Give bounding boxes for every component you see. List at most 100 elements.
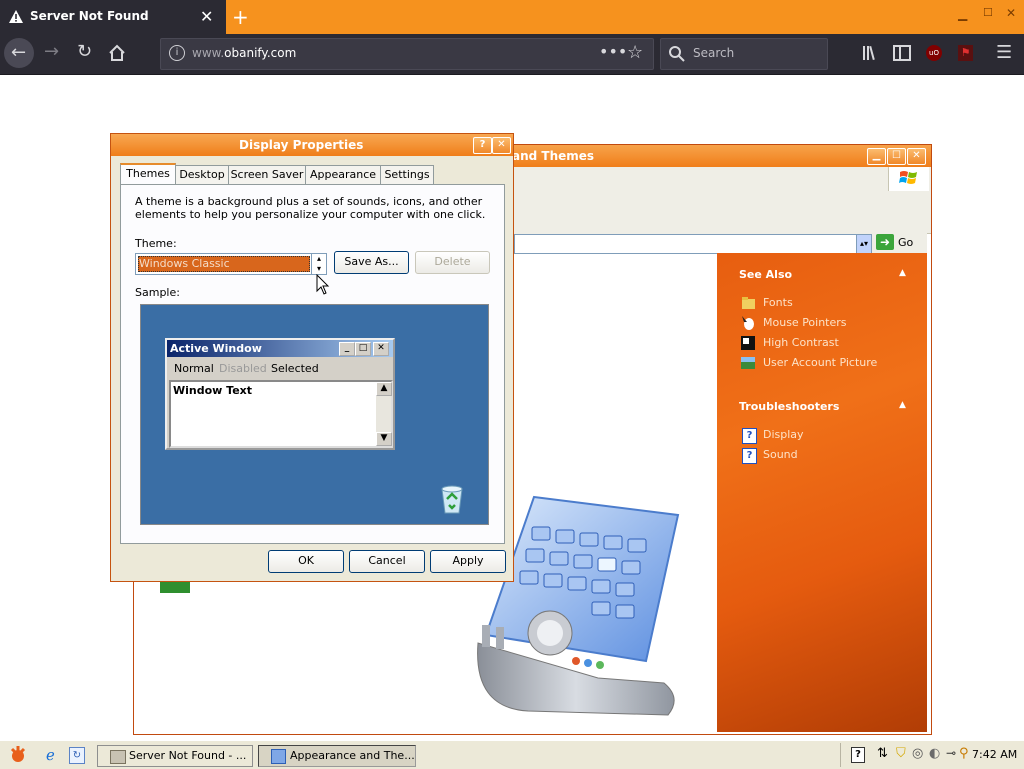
addon-icon[interactable]: ⚑: [958, 45, 973, 61]
see-also-fonts[interactable]: Fonts: [763, 296, 793, 309]
tab-themes[interactable]: Themes: [120, 163, 176, 186]
tab-settings[interactable]: Settings: [380, 165, 434, 184]
tab-server-not-found[interactable]: Server Not Found ✕: [0, 0, 226, 34]
search-icon: [669, 46, 685, 62]
task-server-not-found[interactable]: Server Not Found - ...: [97, 745, 253, 767]
network-tray-icon[interactable]: ⇅: [877, 746, 888, 761]
ublock-icon[interactable]: uO: [926, 45, 942, 61]
theme-select[interactable]: Windows Classic ▴ ▾: [135, 253, 327, 275]
search-placeholder: Search: [693, 46, 735, 60]
sample-menu-normal: Normal: [174, 362, 214, 375]
see-also-user-account-picture[interactable]: User Account Picture: [763, 356, 877, 369]
display-properties-dialog: Display Properties ? ✕ Themes Desktop Sc…: [110, 133, 514, 582]
themes-tab-page: A theme is a background plus a set of so…: [120, 184, 505, 544]
sample-scrollbar: ▲ ▼: [376, 382, 392, 446]
go-button[interactable]: Go: [898, 236, 913, 249]
cancel-button[interactable]: Cancel: [349, 550, 425, 573]
sample-active-window: Active Window _ □ ✕ Normal Disabled Sele…: [165, 338, 395, 450]
troubleshooter-sound[interactable]: Sound: [763, 448, 798, 461]
minimize-icon[interactable]: ▁: [867, 148, 886, 165]
sample-maximize-icon: □: [355, 342, 371, 356]
quicklaunch-icon[interactable]: ↻: [69, 747, 85, 764]
maximize-icon[interactable]: ☐: [983, 6, 993, 19]
sample-menu-disabled: Disabled: [219, 362, 267, 375]
save-as-button[interactable]: Save As...: [334, 251, 409, 274]
url-bar[interactable]: i www.obanify.com ••• ☆: [160, 38, 654, 70]
start-logo-icon[interactable]: [8, 745, 28, 765]
close-icon[interactable]: ✕: [907, 148, 926, 165]
sample-close-icon: ✕: [373, 342, 389, 356]
close-window-icon[interactable]: ✕: [1006, 6, 1016, 20]
spinner-icon[interactable]: ▴ ▾: [311, 254, 326, 274]
collapse-troubleshooters-icon[interactable]: ▲: [899, 400, 906, 410]
sample-menu-selected: Selected: [271, 362, 319, 375]
security-shield-icon[interactable]: ⛉: [896, 746, 906, 761]
troubleshooters-heading[interactable]: Troubleshooters: [739, 400, 839, 413]
theme-description: A theme is a background plus a set of so…: [135, 195, 486, 221]
collapse-see-also-icon[interactable]: ▲: [899, 268, 906, 278]
address-input[interactable]: ▴▾: [514, 234, 872, 254]
help-sound-icon: ?: [742, 448, 757, 464]
fonts-folder-icon: [742, 297, 755, 309]
apply-button[interactable]: Apply: [430, 550, 506, 573]
search-tray-icon[interactable]: ⚲: [959, 746, 969, 761]
warning-icon: [9, 10, 23, 23]
url-text[interactable]: www.obanify.com: [192, 46, 296, 60]
theme-select-value: Windows Classic: [138, 256, 310, 272]
task-appearance-label: Appearance and The...: [290, 749, 415, 762]
sample-label: Sample:: [135, 286, 180, 299]
search-bar[interactable]: Search: [660, 38, 828, 70]
page-actions-icon[interactable]: •••: [599, 42, 627, 61]
back-arrow-icon: ←: [11, 42, 27, 63]
window-title: and Themes: [512, 149, 595, 163]
cable-tray-icon[interactable]: ⊸: [946, 746, 956, 760]
see-also-heading[interactable]: See Also: [739, 268, 792, 281]
sample-minimize-icon: _: [339, 342, 355, 356]
system-tray: ? ⇅ ⛉ ◎ ◐ ⊸ ⚲ 7:42 AM: [840, 743, 1024, 767]
url-host: obanify.com: [224, 46, 297, 60]
windows-logo-icon: [899, 171, 917, 184]
address-bar: ▴▾ ➜ Go: [514, 232, 927, 254]
recycle-bin-icon: [441, 485, 463, 514]
sample-text-area: Window Text ▲ ▼: [169, 380, 393, 448]
reload-icon[interactable]: ↻: [77, 41, 92, 62]
troubleshooter-display[interactable]: Display: [763, 428, 804, 441]
address-dropdown-icon[interactable]: ▴▾: [856, 235, 871, 253]
ie-quicklaunch-icon[interactable]: ℯ: [46, 746, 55, 764]
delete-button: Delete: [415, 251, 490, 274]
see-also-mouse-pointers[interactable]: Mouse Pointers: [763, 316, 847, 329]
tab-screen-saver[interactable]: Screen Saver: [228, 165, 306, 184]
back-button[interactable]: ←: [4, 38, 34, 68]
scroll-up-icon: ▲: [376, 382, 392, 396]
forward-arrow-icon[interactable]: →: [44, 41, 59, 62]
close-tab-icon[interactable]: ✕: [200, 7, 213, 26]
help-icon[interactable]: ?: [473, 137, 492, 154]
go-arrow-icon[interactable]: ➜: [876, 234, 894, 250]
minimize-icon[interactable]: ▁: [958, 7, 967, 21]
menu-icon[interactable]: ☰: [996, 42, 1012, 63]
clock[interactable]: 7:42 AM: [972, 748, 1017, 761]
url-prefix: www.: [192, 46, 225, 60]
info-icon[interactable]: i: [169, 45, 185, 61]
sidebar-icon[interactable]: [893, 45, 911, 61]
see-also-high-contrast[interactable]: High Contrast: [763, 336, 839, 349]
help-tray-icon[interactable]: ?: [851, 747, 865, 763]
tray-icon[interactable]: ◐: [929, 746, 940, 761]
tab-desktop[interactable]: Desktop: [175, 165, 229, 184]
close-icon[interactable]: ✕: [492, 137, 511, 154]
home-icon[interactable]: [108, 44, 126, 62]
high-contrast-icon: [741, 336, 755, 350]
ok-button[interactable]: OK: [268, 550, 344, 573]
task-appearance-and-themes[interactable]: Appearance and The...: [258, 745, 416, 767]
maximize-icon[interactable]: ☐: [887, 148, 906, 165]
dialog-title-bar[interactable]: Display Properties ? ✕: [111, 134, 513, 156]
sync-tray-icon[interactable]: ◎: [912, 746, 923, 761]
bookmark-star-icon[interactable]: ☆: [627, 42, 643, 63]
library-icon[interactable]: [862, 45, 880, 61]
tab-title: Server Not Found: [30, 9, 149, 23]
task-control-panel-icon: [271, 749, 286, 764]
tab-appearance[interactable]: Appearance: [305, 165, 381, 184]
help-display-icon: ?: [742, 428, 757, 444]
new-tab-icon[interactable]: +: [232, 5, 249, 29]
theme-sample-preview: Active Window _ □ ✕ Normal Disabled Sele…: [140, 304, 489, 525]
